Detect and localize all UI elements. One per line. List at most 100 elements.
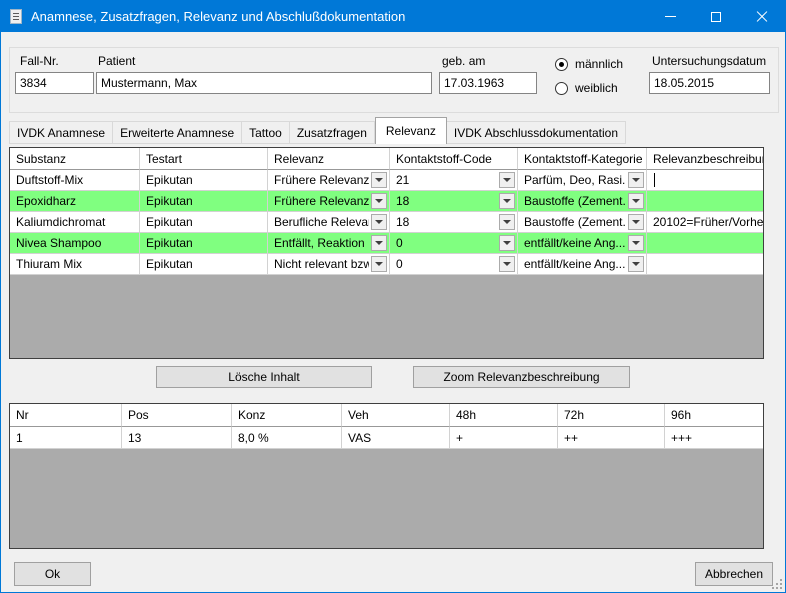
- column-header-testart[interactable]: Testart: [140, 148, 268, 170]
- combobox-value: 0: [396, 257, 497, 271]
- combobox-value: Parfüm, Deo, Rasi...: [524, 173, 626, 187]
- column-header-kontaktstoff-kategorie[interactable]: Kontaktstoff-Kategorie: [518, 148, 647, 170]
- radio-weiblich[interactable]: weiblich: [555, 81, 618, 95]
- column-header-48h[interactable]: 48h: [450, 404, 558, 427]
- relevanz-combobox[interactable]: Entfällt, Reaktion ...: [268, 233, 390, 254]
- radio-maennlich-label: männlich: [575, 57, 623, 71]
- column-header-72h[interactable]: 72h: [558, 404, 665, 427]
- dropdown-button[interactable]: [628, 256, 644, 272]
- cell-substanz[interactable]: Duftstoff-Mix: [10, 170, 140, 191]
- table-row[interactable]: Thiuram Mix Epikutan Nicht relevant bzw.…: [10, 254, 763, 275]
- tab-zusatzfragen[interactable]: Zusatzfragen: [290, 121, 375, 144]
- column-header-relevanz[interactable]: Relevanz: [268, 148, 390, 170]
- cell-relevanzbeschreibung[interactable]: 20102=Früher/Vorher -...: [647, 212, 763, 233]
- patient-field[interactable]: Mustermann, Max: [96, 72, 432, 94]
- column-header-kontaktstoff-code[interactable]: Kontaktstoff-Code: [390, 148, 518, 170]
- relevanz-table-header: Substanz Testart Relevanz Kontaktstoff-C…: [10, 148, 763, 170]
- cell-testart[interactable]: Epikutan: [140, 170, 268, 191]
- dropdown-button[interactable]: [499, 193, 515, 209]
- dropdown-button[interactable]: [499, 214, 515, 230]
- maximize-button[interactable]: [693, 1, 739, 32]
- dropdown-button[interactable]: [371, 235, 387, 251]
- minimize-icon: [665, 16, 676, 17]
- column-header-substanz[interactable]: Substanz: [10, 148, 140, 170]
- kontaktstoff-code-combobox[interactable]: 21: [390, 170, 518, 191]
- reaktion-table-header: Nr Pos Konz Veh 48h 72h 96h: [10, 404, 763, 427]
- dropdown-button[interactable]: [371, 214, 387, 230]
- cell-substanz[interactable]: Nivea Shampoo: [10, 233, 140, 254]
- dropdown-button[interactable]: [628, 193, 644, 209]
- loesche-inhalt-button[interactable]: Lösche Inhalt: [156, 366, 372, 388]
- chevron-down-icon: [375, 178, 383, 182]
- ok-button[interactable]: Ok: [14, 562, 91, 586]
- radio-maennlich[interactable]: männlich: [555, 57, 623, 71]
- column-header-pos[interactable]: Pos: [122, 404, 232, 427]
- resize-grip[interactable]: [769, 576, 782, 589]
- dropdown-button[interactable]: [499, 172, 515, 188]
- table-row[interactable]: Epoxidharz Epikutan Frühere Relevanz 18 …: [10, 191, 763, 212]
- cell-testart[interactable]: Epikutan: [140, 233, 268, 254]
- relevanz-combobox[interactable]: Nicht relevant bzw...: [268, 254, 390, 275]
- cell-testart[interactable]: Epikutan: [140, 191, 268, 212]
- dropdown-button[interactable]: [371, 256, 387, 272]
- dropdown-button[interactable]: [371, 172, 387, 188]
- cell-pos[interactable]: 13: [122, 427, 232, 449]
- combobox-value: entfällt/keine Ang...: [524, 257, 626, 271]
- cell-48h[interactable]: +: [450, 427, 558, 449]
- kontaktstoff-kategorie-combobox[interactable]: Baustoffe (Zement...: [518, 212, 647, 233]
- cell-96h[interactable]: +++: [665, 427, 763, 449]
- dropdown-button[interactable]: [628, 235, 644, 251]
- dropdown-button[interactable]: [371, 193, 387, 209]
- cell-relevanzbeschreibung-editing[interactable]: [647, 170, 763, 191]
- kontaktstoff-code-combobox[interactable]: 0: [390, 233, 518, 254]
- dropdown-button[interactable]: [499, 235, 515, 251]
- cell-relevanzbeschreibung[interactable]: [647, 233, 763, 254]
- column-header-96h[interactable]: 96h: [665, 404, 763, 427]
- cell-relevanzbeschreibung[interactable]: [647, 254, 763, 275]
- close-button[interactable]: [739, 1, 785, 32]
- dropdown-button[interactable]: [628, 172, 644, 188]
- tab-tattoo[interactable]: Tattoo: [242, 121, 290, 144]
- cell-substanz[interactable]: Epoxidharz: [10, 191, 140, 212]
- cell-substanz[interactable]: Kaliumdichromat: [10, 212, 140, 233]
- tab-erweiterte-anamnese[interactable]: Erweiterte Anamnese: [113, 121, 242, 144]
- minimize-button[interactable]: [647, 1, 693, 32]
- kontaktstoff-kategorie-combobox[interactable]: Parfüm, Deo, Rasi...: [518, 170, 647, 191]
- relevanz-combobox[interactable]: Frühere Relevanz: [268, 191, 390, 212]
- cell-substanz[interactable]: Thiuram Mix: [10, 254, 140, 275]
- column-header-nr[interactable]: Nr: [10, 404, 122, 427]
- cell-72h[interactable]: ++: [558, 427, 665, 449]
- zoom-relevanzbeschreibung-button[interactable]: Zoom Relevanzbeschreibung: [413, 366, 630, 388]
- column-header-relevanzbeschreibung[interactable]: Relevanzbeschreibung: [647, 148, 763, 170]
- dropdown-button[interactable]: [628, 214, 644, 230]
- kontaktstoff-code-combobox[interactable]: 0: [390, 254, 518, 275]
- dropdown-button[interactable]: [499, 256, 515, 272]
- tab-ivdk-anamnese[interactable]: IVDK Anamnese: [9, 121, 113, 144]
- kontaktstoff-kategorie-combobox[interactable]: Baustoffe (Zement...: [518, 191, 647, 212]
- cell-konz[interactable]: 8,0 %: [232, 427, 342, 449]
- kontaktstoff-code-combobox[interactable]: 18: [390, 212, 518, 233]
- fall-nr-field[interactable]: 3834: [15, 72, 94, 94]
- cell-relevanzbeschreibung[interactable]: [647, 191, 763, 212]
- cell-testart[interactable]: Epikutan: [140, 254, 268, 275]
- cell-veh[interactable]: VAS: [342, 427, 450, 449]
- abbrechen-button[interactable]: Abbrechen: [695, 562, 773, 586]
- kontaktstoff-code-combobox[interactable]: 18: [390, 191, 518, 212]
- cell-nr[interactable]: 1: [10, 427, 122, 449]
- table-row[interactable]: Nivea Shampoo Epikutan Entfällt, Reaktio…: [10, 233, 763, 254]
- kontaktstoff-kategorie-combobox[interactable]: entfällt/keine Ang...: [518, 233, 647, 254]
- kontaktstoff-kategorie-combobox[interactable]: entfällt/keine Ang...: [518, 254, 647, 275]
- column-header-konz[interactable]: Konz: [232, 404, 342, 427]
- tab-relevanz[interactable]: Relevanz: [375, 117, 447, 144]
- geb-am-field[interactable]: 17.03.1963: [439, 72, 537, 94]
- cell-testart[interactable]: Epikutan: [140, 212, 268, 233]
- table-row[interactable]: 1 13 8,0 % VAS + ++ +++: [10, 427, 763, 449]
- untersuchungsdatum-field[interactable]: 18.05.2015: [649, 72, 770, 94]
- relevanz-combobox[interactable]: Berufliche Relevanz: [268, 212, 390, 233]
- column-header-veh[interactable]: Veh: [342, 404, 450, 427]
- table-row[interactable]: Kaliumdichromat Epikutan Berufliche Rele…: [10, 212, 763, 233]
- relevanz-combobox[interactable]: Frühere Relevanz: [268, 170, 390, 191]
- table-row[interactable]: Duftstoff-Mix Epikutan Frühere Relevanz …: [10, 170, 763, 191]
- radio-weiblich-label: weiblich: [575, 81, 618, 95]
- tab-ivdk-abschlussdokumentation[interactable]: IVDK Abschlussdokumentation: [447, 121, 626, 144]
